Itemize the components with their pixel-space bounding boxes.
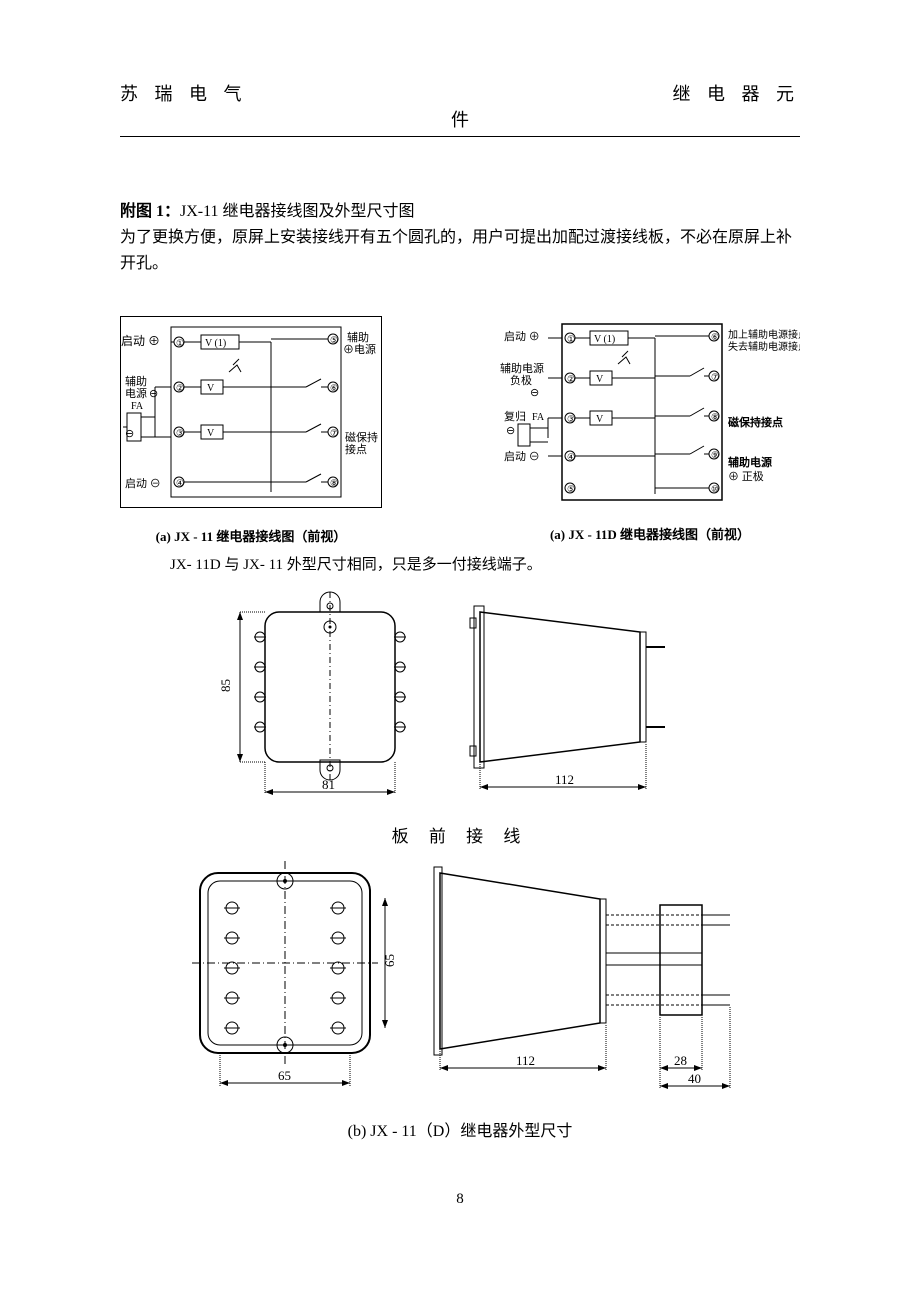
dim-28: 28 (674, 1053, 687, 1068)
dim-row-1: 85 81 112 (120, 582, 800, 812)
pinB10: ⑩ (711, 484, 719, 494)
schematic-a: 启动 ⊕ 辅助 电源 ⊖ FA ⊖ 启动 ⊖ 辅助 ⊕电源 磁保持 接点 ① ②… (120, 316, 382, 545)
dim-85: 85 (218, 679, 233, 692)
labelA-r1a: 辅助 (347, 330, 369, 344)
vA-top: V (1) (205, 338, 226, 349)
labelB-r1b: 失去辅助电源接点返回 (728, 340, 800, 353)
header-right: 继 电 器 元 (673, 80, 801, 106)
schematic-b: 启动 ⊕ 辅助电源 负极 ⊖ 复归 FA ⊖ 启动 ⊖ 加上辅助电源接点保持 失… (500, 316, 800, 545)
intro-text: 为了更换方便，原屏上安装接线开有五个圆孔的，用户可提出加配过渡接线板，不必在原屏… (120, 225, 800, 276)
page-number: 8 (120, 1191, 800, 1208)
dim-112b: 112 (516, 1053, 535, 1068)
pinA2: ② (176, 383, 184, 393)
vB3: V (596, 414, 604, 425)
note-line: JX- 11D 与 JX- 11 外型尺寸相同，只是多一付接线端子。 (170, 553, 800, 574)
pinB5: ⑤ (567, 484, 575, 494)
labelA-l3: ⊖ (125, 428, 134, 440)
pinB6: ⑥ (711, 332, 719, 342)
page-header: 苏 瑞 电 气 继 电 器 元 (120, 80, 800, 108)
labelA-l2b: 电源 (125, 386, 147, 400)
figure-title: 附图 1：JX-11 继电器接线图及外型尺寸图 (120, 197, 800, 221)
caption-b: (b) JX - 11（D）继电器外型尺寸 (120, 1117, 800, 1141)
labelB-l4: 启动 ⊖ (504, 450, 540, 463)
pinB9: ⑨ (711, 450, 719, 460)
dim-40: 40 (688, 1071, 701, 1086)
pinA8: ⑧ (330, 478, 338, 488)
dim-81: 81 (322, 777, 335, 792)
dim-65v: 65 (382, 954, 397, 967)
labelA-l2a: 辅助 (125, 374, 147, 388)
pinB2: ② (567, 374, 575, 384)
vB-top: V (1) (594, 334, 615, 345)
pinB7: ⑦ (711, 372, 719, 382)
schematic-a-svg: 启动 ⊕ 辅助 电源 ⊖ FA ⊖ 启动 ⊖ 辅助 ⊕电源 磁保持 接点 ① ②… (120, 316, 382, 508)
pinB4: ④ (567, 452, 575, 462)
pinB8: ⑧ (711, 412, 719, 422)
labelB-r2: 磁保持接点 (728, 415, 783, 429)
vA3: V (207, 428, 215, 439)
schematic-row: 启动 ⊕ 辅助 电源 ⊖ FA ⊖ 启动 ⊖ 辅助 ⊕电源 磁保持 接点 ① ②… (120, 316, 800, 545)
labelB-l1: 启动 ⊕ (504, 330, 540, 343)
labelB-r3b: ⊕ 正极 (728, 469, 764, 483)
labelA-r1b: ⊕电源 (343, 342, 376, 356)
vB2: V (596, 374, 604, 385)
labelB-l3a: 复归 (504, 409, 526, 423)
vA2: V (207, 383, 215, 394)
pinA1: ① (176, 338, 184, 348)
pinA5: ⑤ (330, 335, 338, 345)
labelA-l4: 启动 ⊖ (125, 477, 161, 490)
pinA4: ④ (176, 478, 184, 488)
labelB-l3b: FA (532, 412, 545, 423)
header-mid: 件 (120, 106, 800, 132)
labelA-r2a: 磁保持 (345, 430, 378, 444)
title-rest: JX-11 继电器接线图及外型尺寸图 (180, 203, 415, 220)
labelB-l2b: 负极 (510, 373, 532, 387)
labelA-l1: 启动 ⊕ (121, 334, 160, 348)
labelA-l2d: FA (131, 401, 144, 412)
dim-row-2: 65 65 (120, 853, 800, 1103)
pinA7: ⑦ (330, 428, 338, 438)
dim-112a: 112 (555, 772, 574, 787)
labelB-l3c: ⊖ (506, 425, 515, 437)
mid-label: 板 前 接 线 (120, 822, 800, 847)
labelB-l2a: 辅助电源 (500, 361, 544, 375)
dim-65h: 65 (278, 1068, 291, 1083)
labelB-l2c: ⊖ (530, 387, 539, 399)
pinB1: ① (567, 334, 575, 344)
labelA-r2b: 接点 (345, 443, 367, 456)
pinA6: ⑥ (330, 383, 338, 393)
pinB3: ③ (567, 414, 575, 424)
page: 苏 瑞 电 气 继 电 器 元 件 附图 1：JX-11 继电器接线图及外型尺寸… (0, 0, 920, 1248)
pinA3: ③ (176, 428, 184, 438)
schematic-b-svg: 启动 ⊕ 辅助电源 负极 ⊖ 复归 FA ⊖ 启动 ⊖ 加上辅助电源接点保持 失… (500, 316, 800, 506)
dim-front-1: 85 81 (210, 582, 430, 812)
header-rule (120, 136, 800, 137)
caption-a-right: (a) JX - 11D 继电器接线图（前视） (550, 524, 750, 543)
title-prefix: 附图 1： (120, 203, 180, 220)
labelB-r1: 加上辅助电源接点保持 (728, 328, 800, 341)
dim-side-1: 112 (460, 582, 710, 812)
caption-a-left: (a) JX - 11 继电器接线图（前视） (156, 526, 347, 545)
labelA-l2c: ⊖ (149, 388, 158, 400)
dim-front-2: 65 65 (170, 853, 400, 1103)
dim-side-2: 112 28 40 (430, 853, 750, 1103)
labelB-r3a: 辅助电源 (728, 455, 772, 469)
header-left: 苏 瑞 电 气 (120, 80, 248, 106)
